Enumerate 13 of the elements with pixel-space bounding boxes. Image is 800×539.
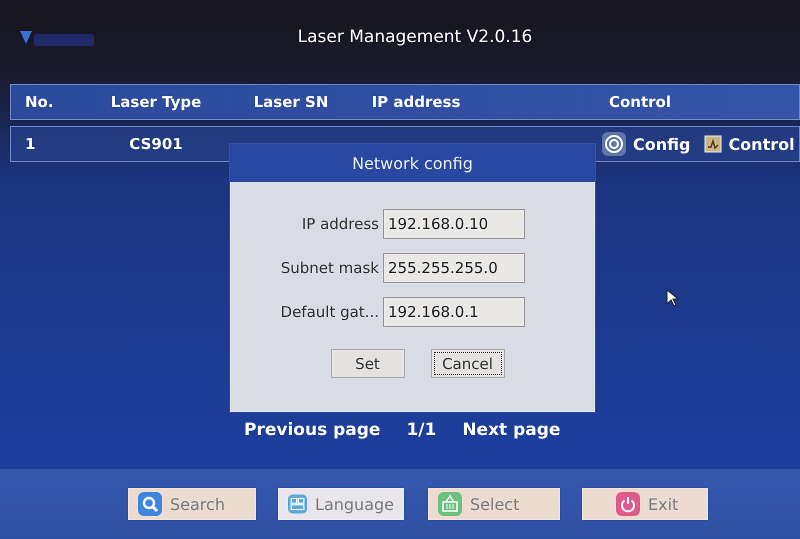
column-header: No. — [24, 93, 55, 111]
column-header: Laser Type — [110, 93, 202, 111]
column-header: IP address — [370, 93, 462, 111]
field-label: IP address — [300, 215, 379, 233]
table-cell-text: 1 — [24, 135, 36, 153]
column-header: Control — [608, 93, 672, 111]
page-indicator: 1/1 — [406, 420, 436, 440]
table-cell-text: CS901 — [128, 135, 184, 153]
window-title: Laser Management V2.0.16 — [296, 27, 534, 47]
column-header: Laser SN — [252, 93, 330, 111]
field-label: Subnet mask — [280, 259, 379, 277]
field-label: Default gat... — [280, 303, 379, 321]
dialog-title: Network config — [230, 144, 595, 182]
